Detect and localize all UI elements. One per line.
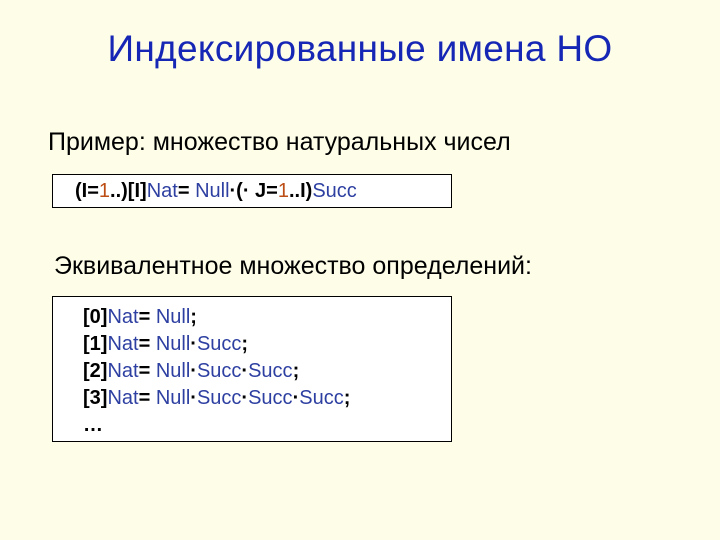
row-semicolon: ; — [190, 306, 197, 328]
row-succ: Succ — [197, 360, 241, 382]
dot-separator: · — [190, 387, 197, 409]
def1-mid2: ·(· J= — [230, 180, 278, 202]
row-ellipsis: … — [83, 413, 447, 438]
row-succ: Succ — [197, 387, 241, 409]
row-eq: = — [139, 333, 156, 355]
dot-separator: · — [190, 360, 197, 382]
page-title: Индексированные имена НО — [0, 0, 720, 70]
row-eq: = — [139, 387, 156, 409]
row-nat: Nat — [107, 333, 138, 355]
definition-row: [2]Nat= Null·Succ·Succ; — [83, 359, 447, 384]
row-eq: = — [139, 306, 156, 328]
row-nat: Nat — [107, 360, 138, 382]
row-succ: Succ — [248, 360, 292, 382]
row-nat: Nat — [107, 306, 138, 328]
row-null: Null — [156, 360, 190, 382]
row-null: Null — [156, 333, 190, 355]
equivalent-label: Эквивалентное множество определений: — [54, 252, 532, 281]
example-label: Пример: множество натуральных чисел — [48, 128, 511, 157]
row-index: [0] — [83, 306, 107, 328]
def1-one: 1 — [99, 180, 110, 202]
definition-rows: [0]Nat= Null;[1]Nat= Null·Succ;[2]Nat= N… — [57, 305, 447, 438]
row-index: [3] — [83, 387, 107, 409]
row-semicolon: ; — [344, 387, 351, 409]
row-null: Null — [156, 387, 190, 409]
def1-null: Null — [195, 180, 229, 202]
def1-open: (I= — [75, 180, 99, 202]
row-succ: Succ — [248, 387, 292, 409]
dot-separator: · — [190, 333, 197, 355]
definition-box-2: [0]Nat= Null;[1]Nat= Null·Succ;[2]Nat= N… — [52, 296, 452, 442]
definition-row: [0]Nat= Null; — [83, 305, 447, 330]
def1-mid1: ..)[I] — [110, 180, 147, 202]
row-nat: Nat — [107, 387, 138, 409]
row-index: [1] — [83, 333, 107, 355]
def1-mid3: ..I) — [289, 180, 312, 202]
def1-nat: Nat — [147, 180, 178, 202]
definition-box-1: (I=1..)[I]Nat= Null·(· J=1..I)Succ — [52, 174, 452, 208]
row-semicolon: ; — [241, 333, 248, 355]
definition-row: [3]Nat= Null·Succ·Succ·Succ; — [83, 386, 447, 411]
row-index: [2] — [83, 360, 107, 382]
row-null: Null — [156, 306, 190, 328]
row-succ: Succ — [197, 333, 241, 355]
def1-one2: 1 — [278, 180, 289, 202]
row-semicolon: ; — [293, 360, 300, 382]
def1-eq: = — [178, 180, 195, 202]
row-succ: Succ — [299, 387, 343, 409]
definition-row: [1]Nat= Null·Succ; — [83, 332, 447, 357]
definition-line: (I=1..)[I]Nat= Null·(· J=1..I)Succ — [57, 179, 447, 204]
row-eq: = — [139, 360, 156, 382]
def1-succ: Succ — [312, 180, 356, 202]
